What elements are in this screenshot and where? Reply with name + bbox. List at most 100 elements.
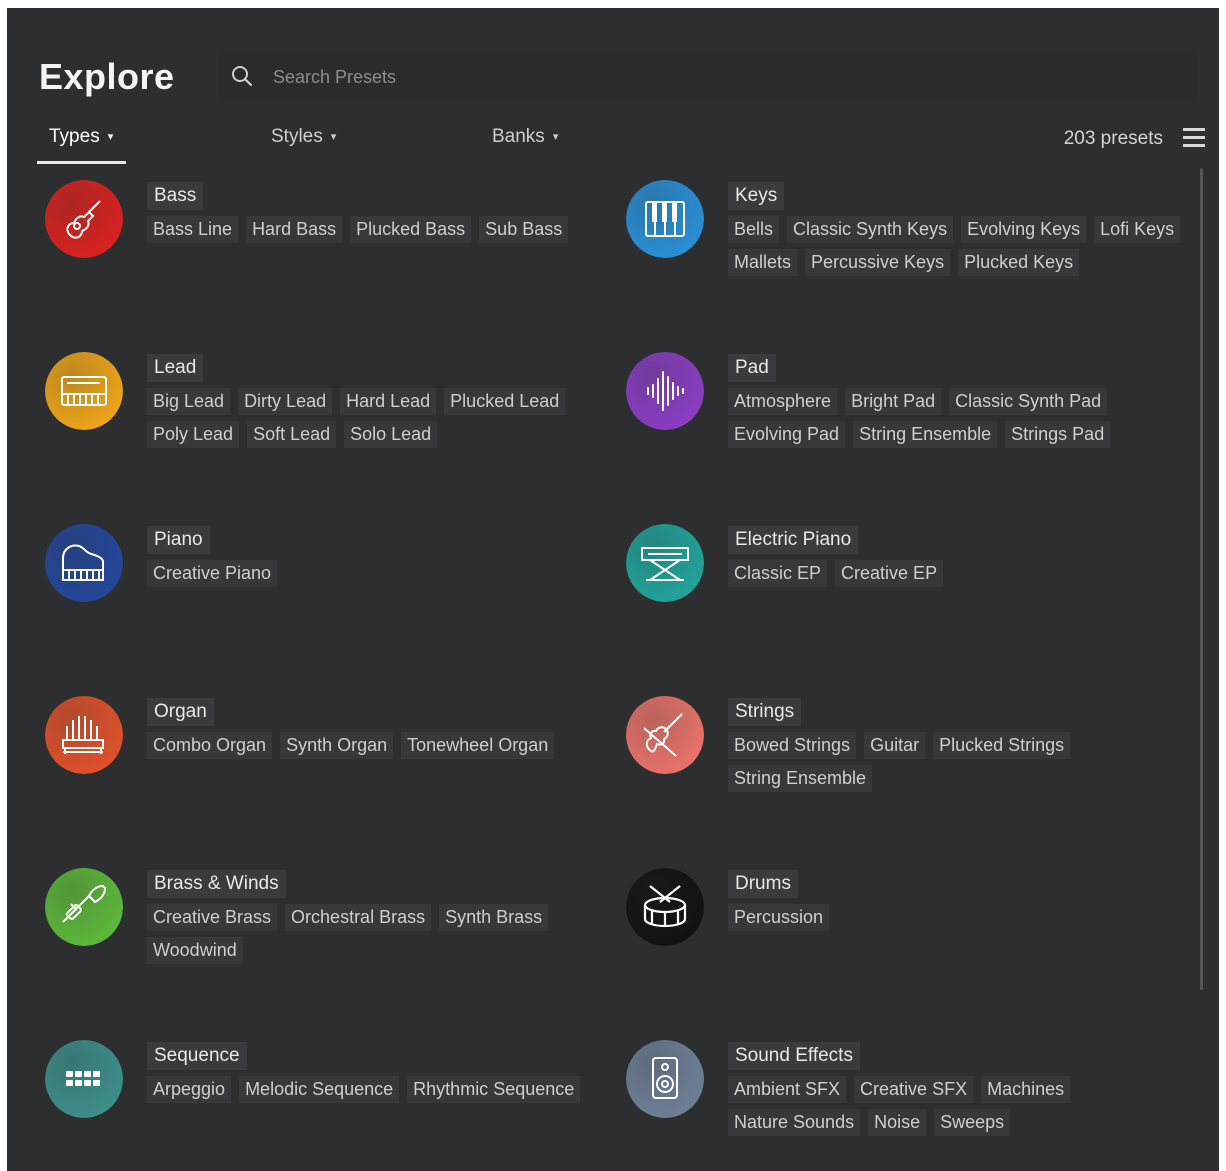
- subtype-tag[interactable]: Tonewheel Organ: [401, 732, 555, 759]
- subtype-tag[interactable]: Ambient SFX: [728, 1076, 847, 1103]
- subtype-tag[interactable]: Guitar: [864, 732, 926, 759]
- tab-types[interactable]: Types ▾: [49, 126, 113, 148]
- subtype-tag[interactable]: Classic Synth Pad: [949, 388, 1108, 415]
- subtype-tag[interactable]: Classic EP: [728, 560, 828, 587]
- category-name[interactable]: Sequence: [147, 1042, 247, 1070]
- chevron-down-icon: ▾: [552, 131, 559, 143]
- page-title: Explore: [39, 56, 175, 97]
- list-menu-icon[interactable]: [1183, 128, 1205, 148]
- category-name[interactable]: Organ: [147, 698, 214, 726]
- tag-list: Creative Piano: [147, 560, 617, 593]
- guitar-icon[interactable]: [45, 180, 123, 258]
- grand-piano-icon[interactable]: [45, 524, 123, 602]
- category-name[interactable]: Bass: [147, 182, 204, 210]
- tag-list: Bowed Strings Guitar Plucked Strings String…: [728, 732, 1198, 798]
- scrollbar[interactable]: [1200, 168, 1203, 990]
- sequencer-grid-icon[interactable]: [45, 1040, 123, 1118]
- tag-list: Big Lead Dirty Lead Hard Lead Plucked Lead P…: [147, 388, 617, 454]
- subtype-tag[interactable]: Percussive Keys: [805, 249, 951, 276]
- search-bar[interactable]: [219, 54, 1197, 98]
- chevron-down-icon: ▾: [107, 131, 114, 143]
- tag-list: Classic EP Creative EP: [728, 560, 1198, 593]
- subtype-tag[interactable]: Plucked Lead: [444, 388, 566, 415]
- subtype-tag[interactable]: String Ensemble: [728, 765, 873, 792]
- tag-list: Creative Brass Orchestral Brass Synth Bras…: [147, 904, 617, 970]
- subtype-tag[interactable]: Rhythmic Sequence: [407, 1076, 581, 1103]
- subtype-tag[interactable]: Machines: [981, 1076, 1071, 1103]
- subtype-tag[interactable]: Dirty Lead: [238, 388, 333, 415]
- waveform-icon[interactable]: [626, 352, 704, 430]
- tag-list: Percussion: [728, 904, 1198, 937]
- category-name[interactable]: Brass & Winds: [147, 870, 286, 898]
- subtype-tag[interactable]: Creative SFX: [854, 1076, 974, 1103]
- subtype-tag[interactable]: Sub Bass: [479, 216, 569, 243]
- subtype-tag[interactable]: Hard Lead: [340, 388, 437, 415]
- subtype-tag[interactable]: String Ensemble: [853, 421, 998, 448]
- subtype-tag[interactable]: Lofi Keys: [1094, 216, 1181, 243]
- subtype-tag[interactable]: Bowed Strings: [728, 732, 857, 759]
- category-name[interactable]: Drums: [728, 870, 798, 898]
- subtype-tag[interactable]: Atmosphere: [728, 388, 838, 415]
- subtype-tag[interactable]: Bass Line: [147, 216, 239, 243]
- subtype-tag[interactable]: Orchestral Brass: [285, 904, 432, 931]
- subtype-tag[interactable]: Creative Piano: [147, 560, 278, 587]
- category-name[interactable]: Sound Effects: [728, 1042, 860, 1070]
- explore-panel: Explore Types ▾ Styles ▾ Banks ▾ 203 preset…: [7, 8, 1219, 1171]
- trumpet-icon[interactable]: [45, 868, 123, 946]
- subtype-tag[interactable]: Solo Lead: [344, 421, 438, 448]
- category-name[interactable]: Piano: [147, 526, 210, 554]
- subtype-tag[interactable]: Woodwind: [147, 937, 243, 964]
- tab-banks[interactable]: Banks ▾: [492, 126, 558, 148]
- speaker-icon[interactable]: [626, 1040, 704, 1118]
- subtype-tag[interactable]: Plucked Keys: [958, 249, 1080, 276]
- subtype-tag[interactable]: Bright Pad: [845, 388, 942, 415]
- subtype-tag[interactable]: Creative Brass: [147, 904, 278, 931]
- chevron-down-icon: ▾: [330, 131, 337, 143]
- subtype-tag[interactable]: Plucked Strings: [933, 732, 1071, 759]
- search-input[interactable]: [271, 60, 1175, 94]
- tag-list: Bass Line Hard Bass Plucked Bass Sub Bass: [147, 216, 617, 249]
- tab-types-label: Types: [49, 126, 100, 147]
- subtype-tag[interactable]: Classic Synth Keys: [787, 216, 954, 243]
- subtype-tag[interactable]: Hard Bass: [246, 216, 343, 243]
- tab-styles[interactable]: Styles ▾: [271, 126, 336, 148]
- drum-icon[interactable]: [626, 868, 704, 946]
- subtype-tag[interactable]: Sweeps: [934, 1109, 1011, 1136]
- subtype-tag[interactable]: Melodic Sequence: [239, 1076, 400, 1103]
- category-name[interactable]: Strings: [728, 698, 802, 726]
- subtype-tag[interactable]: Bells: [728, 216, 780, 243]
- subtype-tag[interactable]: Mallets: [728, 249, 798, 276]
- subtype-tag[interactable]: Big Lead: [147, 388, 231, 415]
- tag-list: Arpeggio Melodic Sequence Rhythmic Sequenc…: [147, 1076, 617, 1109]
- keyboard-keys-icon[interactable]: [626, 180, 704, 258]
- synth-icon[interactable]: [45, 352, 123, 430]
- subtype-tag[interactable]: Percussion: [728, 904, 830, 931]
- tag-list: Ambient SFX Creative SFX Machines Nature So…: [728, 1076, 1198, 1142]
- subtype-tag[interactable]: Plucked Bass: [350, 216, 472, 243]
- subtype-tag[interactable]: Evolving Keys: [961, 216, 1087, 243]
- subtype-tag[interactable]: Soft Lead: [247, 421, 337, 448]
- subtype-tag[interactable]: Strings Pad: [1005, 421, 1111, 448]
- tag-list: Atmosphere Bright Pad Classic Synth Pad Evo…: [728, 388, 1198, 454]
- violin-icon[interactable]: [626, 696, 704, 774]
- tab-styles-label: Styles: [271, 126, 323, 147]
- category-name[interactable]: Keys: [728, 182, 785, 210]
- subtype-tag[interactable]: Evolving Pad: [728, 421, 846, 448]
- subtype-tag[interactable]: Poly Lead: [147, 421, 240, 448]
- tag-list: Combo Organ Synth Organ Tonewheel Organ: [147, 732, 617, 765]
- subtype-tag[interactable]: Synth Organ: [280, 732, 394, 759]
- category-name[interactable]: Electric Piano: [728, 526, 859, 554]
- subtype-tag[interactable]: Noise: [868, 1109, 927, 1136]
- organ-icon[interactable]: [45, 696, 123, 774]
- subtype-tag[interactable]: Arpeggio: [147, 1076, 232, 1103]
- category-name[interactable]: Lead: [147, 354, 204, 382]
- subtype-tag[interactable]: Nature Sounds: [728, 1109, 861, 1136]
- category-name[interactable]: Pad: [728, 354, 776, 382]
- electric-piano-icon[interactable]: [626, 524, 704, 602]
- tag-list: Bells Classic Synth Keys Evolving Keys Lofi…: [728, 216, 1198, 282]
- subtype-tag[interactable]: Synth Brass: [439, 904, 549, 931]
- subtype-tag[interactable]: Combo Organ: [147, 732, 273, 759]
- preset-count: 203 presets: [1063, 128, 1163, 149]
- subtype-tag[interactable]: Creative EP: [835, 560, 944, 587]
- active-tab-indicator: [37, 161, 126, 164]
